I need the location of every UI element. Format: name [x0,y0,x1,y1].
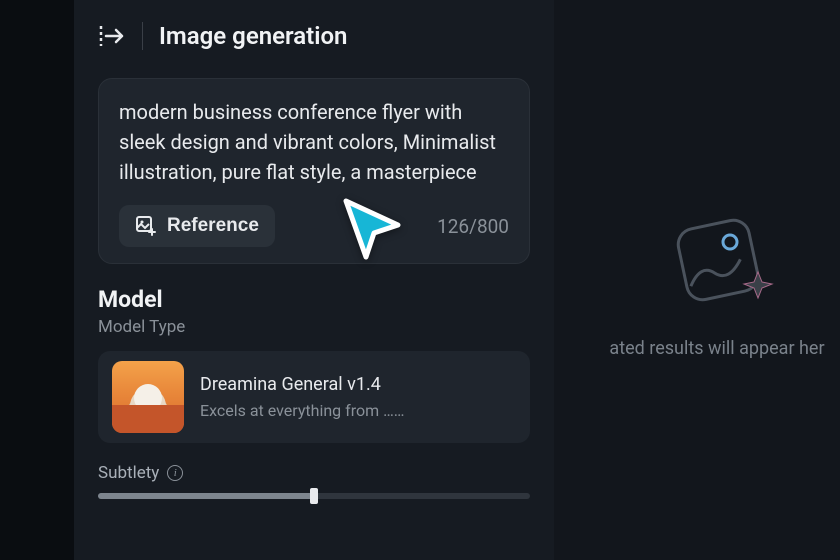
slider-fill [98,493,314,499]
model-name: Dreamina General v1.4 [200,374,405,395]
results-area: ated results will appear her [554,0,840,560]
model-thumbnail [112,361,184,433]
model-description: Excels at everything from …… [200,401,405,420]
reference-image-icon [135,215,157,237]
expand-right-icon[interactable] [98,22,126,50]
prompt-card: modern business conference flyer with sl… [98,78,530,264]
subtlety-label: Subtlety [98,463,159,483]
reference-button[interactable]: Reference [119,205,275,247]
slider-thumb[interactable] [310,488,318,504]
panel-header: Image generation [98,22,530,50]
reference-label: Reference [167,215,259,237]
image-placeholder-icon [662,202,772,312]
results-placeholder-text: ated results will appear her [569,338,824,359]
model-section-title: Model [98,286,530,313]
subtlety-slider[interactable] [98,493,530,499]
divider [142,22,143,50]
generation-panel: Image generation modern business confere… [74,0,554,560]
page-title: Image generation [159,22,347,50]
prompt-input[interactable]: modern business conference flyer with sl… [119,97,509,187]
left-rail [0,0,74,560]
info-icon[interactable]: i [167,465,183,481]
model-section-sub: Model Type [98,317,530,337]
char-counter: 126/800 [437,215,509,238]
model-selector[interactable]: Dreamina General v1.4 Excels at everythi… [98,351,530,443]
